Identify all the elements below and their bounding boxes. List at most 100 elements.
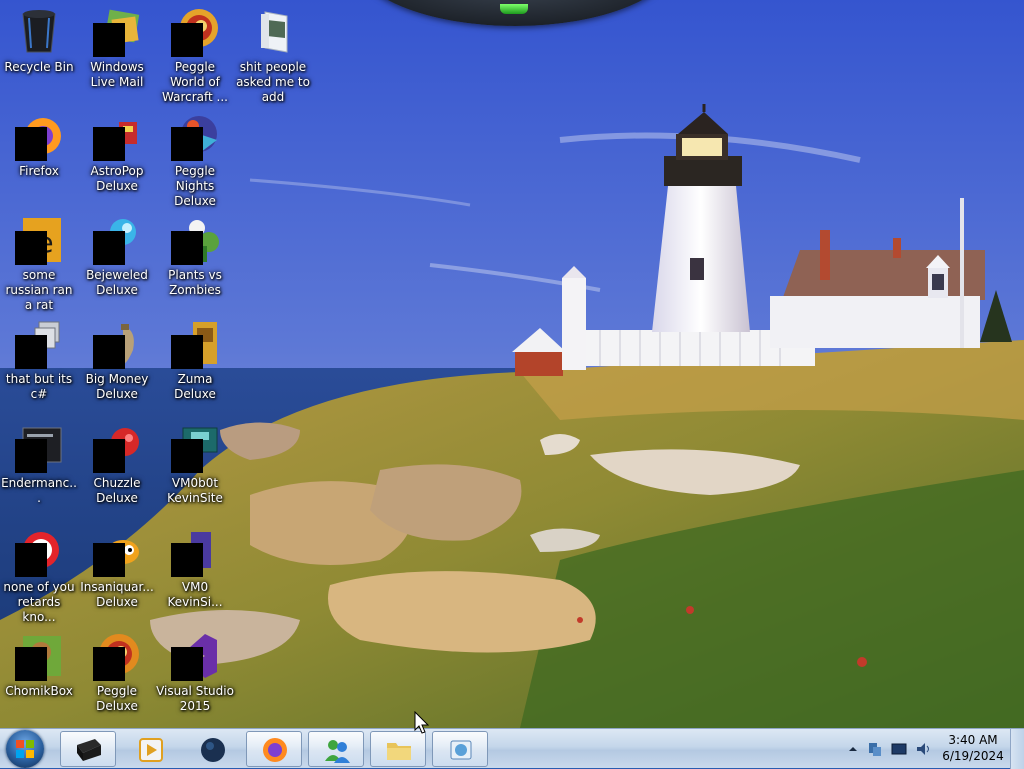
icon-label: none of you retards kno...	[3, 580, 75, 624]
zuma-icon	[171, 320, 219, 369]
network-icon[interactable]	[867, 741, 883, 757]
redaction-box	[171, 439, 203, 473]
taskbar-globe-app[interactable]	[184, 731, 240, 767]
opera-icon	[15, 528, 63, 577]
rat-program-icon: e	[15, 216, 63, 265]
desktop-icon-recycle-bin[interactable]: Recycle Bin	[0, 2, 78, 102]
desktop-icon-vm-bot[interactable]: VM0b0t KevinSite	[156, 418, 234, 518]
chuzzle-icon	[93, 424, 141, 473]
icon-label: ChomikBox	[5, 684, 73, 698]
redaction-box	[15, 543, 47, 577]
desktop-icon-zuma[interactable]: Zuma Deluxe	[156, 314, 234, 414]
icon-label: Windows Live Mail	[90, 60, 144, 89]
visual-studio-icon	[171, 632, 219, 681]
system-clock[interactable]: 3:40 AM 6/19/2024	[934, 732, 1012, 764]
chevron-up-icon[interactable]	[845, 741, 861, 757]
redaction-box	[171, 647, 203, 681]
recycle-bin-icon	[15, 8, 63, 56]
taskbar-black-app[interactable]	[60, 731, 116, 767]
insaniquarium-icon	[93, 528, 141, 577]
desktop-icon-peggle-nights[interactable]: Peggle Nights Deluxe	[156, 106, 234, 208]
desktop-icon-folder[interactable]: shit people asked me to add	[234, 2, 312, 104]
redaction-box	[93, 439, 125, 473]
redaction-box	[171, 543, 203, 577]
terminal-app-icon	[15, 424, 63, 473]
redaction-box	[15, 647, 47, 681]
mouse-cursor-icon	[414, 711, 430, 734]
desktop-icon-c-sharp-program[interactable]: that but its c#	[0, 314, 78, 414]
icon-label: Chuzzle Deluxe	[93, 476, 141, 505]
firefox-icon	[263, 738, 287, 762]
black-box-icon	[77, 739, 101, 761]
icon-label: Bejeweled Deluxe	[86, 268, 148, 297]
clock-date: 6/19/2024	[942, 749, 1004, 763]
peggle-wow-icon	[171, 8, 219, 57]
bejeweled-icon	[93, 216, 141, 265]
desktop-icon-plants-vs-zombies[interactable]: Plants vs Zombies	[156, 210, 234, 310]
vm-app-icon	[171, 528, 219, 577]
peggle-nights-icon	[171, 112, 219, 161]
desktop-icon-rat-program[interactable]: e some russian ran a rat	[0, 210, 78, 312]
stacked-windows-icon	[15, 320, 63, 369]
firefox-icon	[15, 112, 63, 161]
start-button[interactable]	[6, 730, 44, 768]
display-icon[interactable]	[891, 741, 907, 757]
icon-label: Peggle Deluxe	[96, 684, 138, 713]
taskbar: 3:40 AM 6/19/2024	[0, 728, 1024, 769]
icon-label: Peggle World of Warcraft ...	[162, 60, 228, 104]
icon-label: that but its c#	[5, 372, 73, 401]
redaction-box	[93, 647, 125, 681]
big-money-icon	[93, 320, 141, 369]
messenger-icon	[325, 740, 350, 763]
redaction-box	[93, 23, 125, 57]
icon-label: Plants vs Zombies	[168, 268, 222, 297]
peggle-icon	[93, 632, 141, 681]
redaction-box	[93, 231, 125, 265]
icon-label: VM0b0t KevinSite	[167, 476, 223, 505]
desktop-icon-peggle-wow[interactable]: Peggle World of Warcraft ...	[156, 2, 234, 104]
globe-icon	[201, 738, 225, 762]
desktop-icon-astropop[interactable]: AstroPop Deluxe	[78, 106, 156, 206]
desktop-icon-big-money[interactable]: Big Money Deluxe	[78, 314, 156, 414]
icon-label: Endermanc...	[1, 476, 77, 505]
taskbar-firefox[interactable]	[246, 731, 302, 767]
windows-live-mail-icon	[93, 8, 141, 57]
desktop-icon-vm-app[interactable]: VM0 KevinSi...	[156, 522, 234, 622]
folder-icon	[387, 743, 411, 760]
desktop-icon-windows-live-mail[interactable]: Windows Live Mail	[78, 2, 156, 102]
redaction-box	[93, 543, 125, 577]
show-desktop-button[interactable]	[1010, 729, 1024, 769]
redaction-box	[171, 23, 203, 57]
desktop-icon-peggle[interactable]: Peggle Deluxe	[78, 626, 156, 726]
taskbar-file-explorer[interactable]	[370, 731, 426, 767]
icon-label: Insaniquar... Deluxe	[80, 580, 154, 609]
icon-label: Peggle Nights Deluxe	[174, 164, 216, 208]
desktop-icon-chomikbox[interactable]: ChomikBox	[0, 626, 78, 726]
clock-time: 3:40 AM	[948, 733, 998, 747]
redaction-box	[15, 127, 47, 161]
taskbar-messenger[interactable]	[308, 731, 364, 767]
volume-icon[interactable]	[915, 741, 931, 757]
windows-logo-icon	[16, 740, 34, 758]
taskbar-media-center[interactable]	[432, 731, 488, 767]
icon-label: some russian ran a rat	[5, 268, 73, 312]
taskbar-media-player[interactable]	[122, 731, 178, 767]
redaction-box	[15, 335, 47, 369]
desktop-icon-chuzzle[interactable]: Chuzzle Deluxe	[78, 418, 156, 518]
icon-label: AstroPop Deluxe	[90, 164, 144, 193]
desktop-icon-endermanc[interactable]: Endermanc...	[0, 418, 78, 518]
icon-label: Big Money Deluxe	[85, 372, 149, 401]
redaction-box	[171, 127, 203, 161]
desktop-icon-visual-studio[interactable]: Visual Studio 2015	[156, 626, 234, 726]
folder-icon	[249, 8, 297, 56]
desktop-icon-insaniquarium[interactable]: Insaniquar... Deluxe	[78, 522, 156, 622]
desktop-icon-bejeweled[interactable]: Bejeweled Deluxe	[78, 210, 156, 310]
desktop-icon-opera-program[interactable]: none of you retards kno...	[0, 522, 78, 624]
redaction-box	[171, 335, 203, 369]
redaction-box	[93, 127, 125, 161]
redaction-box	[171, 231, 203, 265]
desktop-icon-firefox[interactable]: Firefox	[0, 106, 78, 206]
media-center-icon	[450, 740, 472, 760]
redaction-box	[15, 439, 47, 473]
redaction-box	[15, 231, 47, 265]
